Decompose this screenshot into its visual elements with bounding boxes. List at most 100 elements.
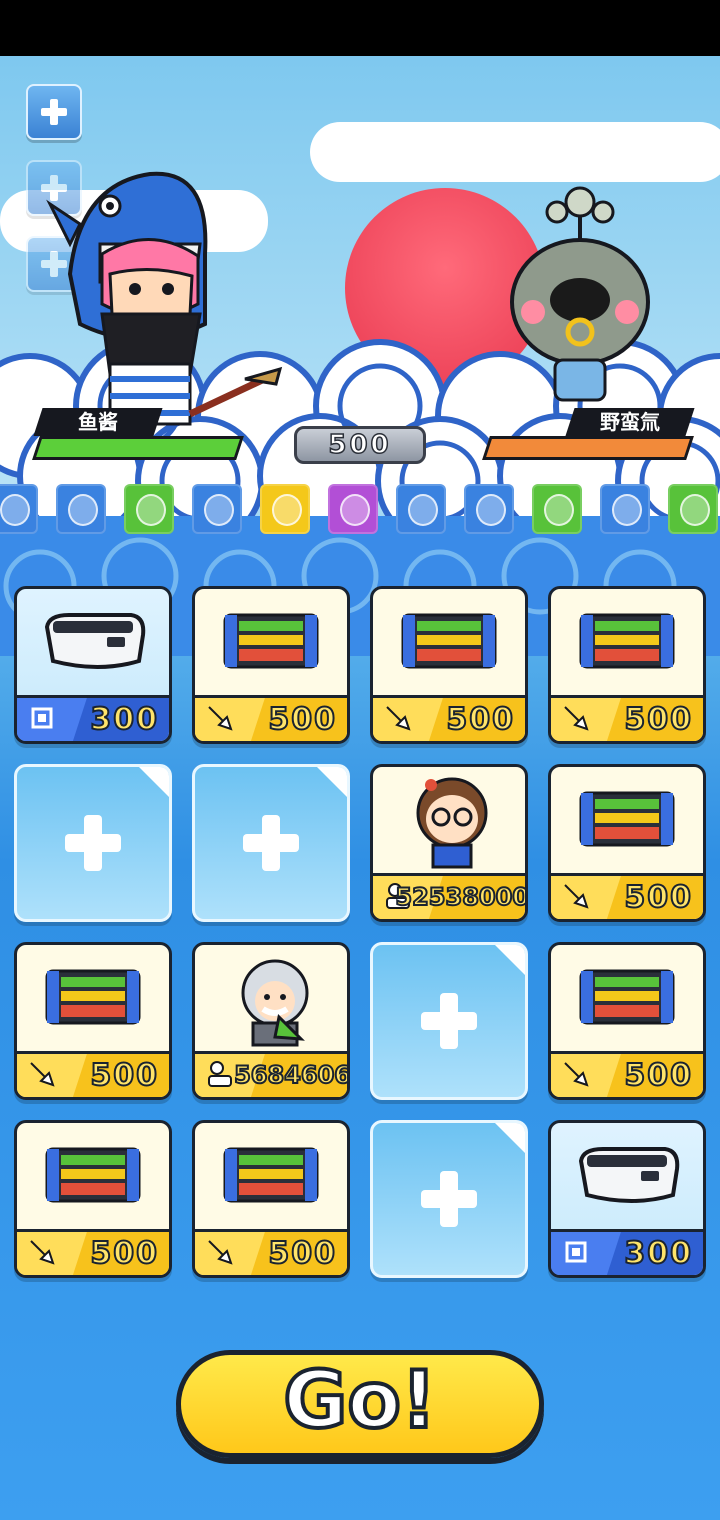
empty-slot[interactable] (192, 764, 350, 922)
gem-tile (396, 484, 446, 534)
gem-tile (328, 484, 378, 534)
sword-icon (30, 1062, 55, 1087)
battery-rack-icon (401, 613, 497, 669)
card-price: 5684606 (233, 1060, 350, 1090)
status-bar (0, 0, 720, 56)
card-price: 500 (267, 701, 337, 738)
sword-icon (386, 706, 411, 731)
battery-rack-icon (579, 791, 675, 847)
cloud (310, 122, 720, 182)
item-card[interactable]: 500 (192, 1120, 350, 1278)
vr-headset-icon (44, 613, 146, 669)
empty-slot[interactable] (370, 1120, 528, 1278)
card-price: 500 (267, 1235, 337, 1272)
gem-tile (532, 484, 582, 534)
card-footer: 500 (373, 695, 525, 741)
hero-card[interactable]: 52538000 (370, 764, 528, 922)
item-card[interactable]: 500 (192, 586, 350, 744)
card-price: 500 (623, 879, 693, 916)
droplet-icon (0, 494, 30, 526)
card-footer: 300 (551, 1229, 703, 1275)
chip-icon (31, 707, 53, 729)
droplet-icon (544, 494, 574, 526)
sword-icon (208, 1240, 233, 1265)
gem-tile (124, 484, 174, 534)
droplet-icon (476, 494, 506, 526)
card-footer: 500 (551, 873, 703, 919)
droplet-icon (680, 494, 710, 526)
item-card[interactable]: 500 (548, 764, 706, 922)
card-price: 500 (623, 1057, 693, 1094)
battery-rack-icon (45, 969, 141, 1025)
card-footer: 500 (551, 1051, 703, 1097)
droplet-icon (204, 494, 234, 526)
item-card[interactable]: 500 (548, 942, 706, 1100)
droplet-icon (136, 494, 166, 526)
gem-tile (600, 484, 650, 534)
enemy-status: 野蛮氚 (478, 408, 698, 460)
droplet-icon (612, 494, 642, 526)
battery-rack-icon (579, 613, 675, 669)
plus-icon (243, 815, 299, 871)
gem-tile (192, 484, 242, 534)
card-footer: 500 (195, 695, 347, 741)
enemy-health-bar (482, 436, 694, 460)
sword-icon (564, 884, 589, 909)
person-icon (208, 1061, 232, 1087)
card-footer: 500 (17, 1229, 169, 1275)
center-score: 500 (294, 426, 426, 464)
empty-slot[interactable] (14, 764, 172, 922)
card-footer: 52538000 (373, 873, 525, 919)
card-price: 300 (623, 1235, 693, 1272)
sword-icon (564, 706, 589, 731)
battery-rack-icon (223, 1147, 319, 1203)
card-price: 300 (89, 701, 159, 738)
sword-icon (208, 706, 233, 731)
item-card[interactable]: 500 (370, 586, 528, 744)
card-footer: 500 (17, 1051, 169, 1097)
item-card[interactable]: 500 (548, 586, 706, 744)
vr-headset-icon (578, 1147, 680, 1203)
sword-icon (564, 1062, 589, 1087)
hero-card[interactable]: 5684606 (192, 942, 350, 1100)
plus-icon (421, 1171, 477, 1227)
item-card[interactable]: 500 (14, 1120, 172, 1278)
chip-icon (565, 1241, 587, 1263)
sword-icon (30, 1240, 55, 1265)
card-price: 500 (89, 1235, 159, 1272)
empty-slot[interactable] (370, 942, 528, 1100)
battery-rack-icon (223, 613, 319, 669)
vr-headset-card[interactable]: 300 (548, 1120, 706, 1278)
item-card[interactable]: 500 (14, 942, 172, 1100)
card-price: 500 (89, 1057, 159, 1094)
plus-icon (65, 815, 121, 871)
card-footer: 5684606 (195, 1051, 347, 1097)
droplet-icon (272, 494, 302, 526)
vr-headset-card[interactable]: 300 (14, 586, 172, 744)
card-price: 500 (445, 701, 515, 738)
gem-tile (668, 484, 718, 534)
gem-tile (260, 484, 310, 534)
battle-screen: 鱼酱 野蛮氚 500 300 500 500 500 52538000 500 500 568… (0, 56, 720, 1520)
side-add-button[interactable] (26, 84, 82, 140)
gem-tile (0, 484, 38, 534)
player-status: 鱼酱 (28, 408, 248, 460)
card-price: 500 (623, 701, 693, 738)
girl-hero-icon (416, 777, 488, 869)
enemy-name: 野蛮氚 (565, 408, 695, 436)
player-health-bar (32, 436, 244, 460)
player-name: 鱼酱 (33, 408, 163, 436)
plus-icon (41, 99, 67, 125)
enemy-character (510, 186, 650, 402)
gem-row (0, 484, 720, 536)
droplet-icon (408, 494, 438, 526)
card-footer: 300 (17, 695, 169, 741)
card-footer: 500 (551, 695, 703, 741)
card-footer: 500 (195, 1229, 347, 1275)
plus-icon (421, 993, 477, 1049)
droplet-icon (340, 494, 370, 526)
gem-tile (56, 484, 106, 534)
go-button[interactable]: Go! (176, 1350, 544, 1458)
card-price: 52538000 (394, 882, 528, 912)
droplet-icon (68, 494, 98, 526)
